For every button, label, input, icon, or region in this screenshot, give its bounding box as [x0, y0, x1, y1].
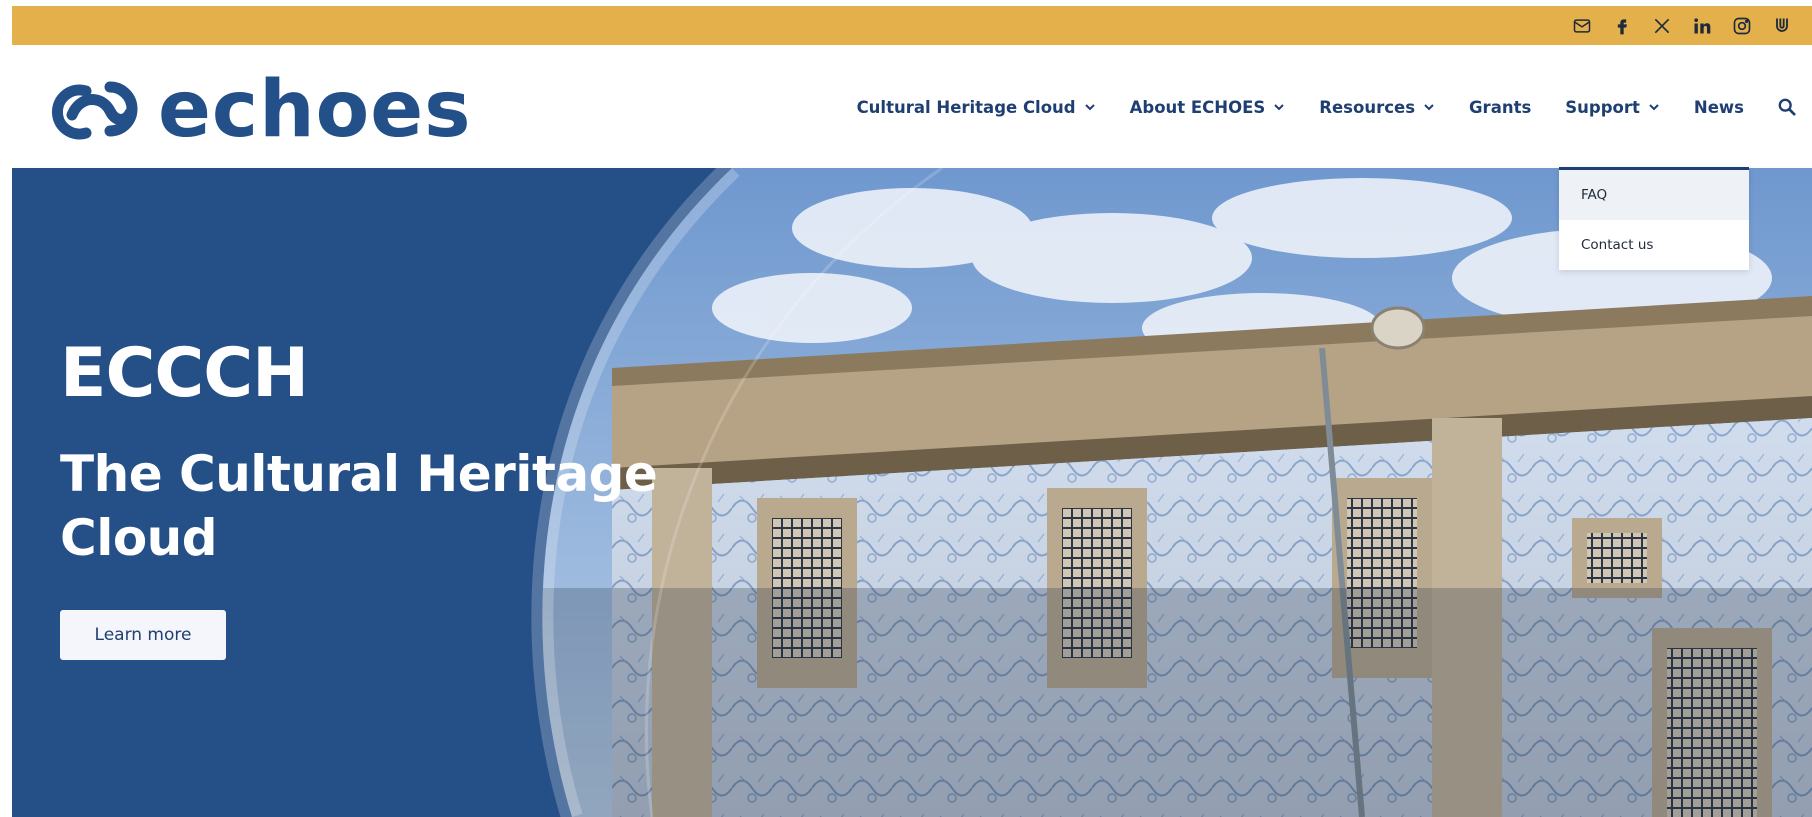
chevron-down-icon — [1274, 104, 1284, 111]
social-links — [1570, 6, 1794, 45]
nav-item-label: Support — [1565, 97, 1640, 117]
echoes-logo-mark-icon — [51, 81, 138, 140]
dropdown-item-faq[interactable]: FAQ — [1559, 170, 1749, 220]
mail-icon[interactable] — [1570, 14, 1594, 38]
instagram-icon[interactable] — [1730, 14, 1754, 38]
chevron-down-icon — [1649, 104, 1659, 111]
hero-text: ECCCH The Cultural Heritage Cloud — [60, 338, 680, 570]
untappd-icon[interactable] — [1770, 14, 1794, 38]
nav-item-label: Cultural Heritage Cloud — [856, 97, 1076, 117]
search-icon — [1778, 98, 1796, 116]
nav-item-news[interactable]: News — [1694, 98, 1744, 117]
nav-item-label: News — [1693, 97, 1744, 117]
logo-wordmark: echoes — [158, 65, 472, 155]
echoes-logo[interactable]: echoes — [50, 65, 472, 155]
dropdown-item-contact-us[interactable]: Contact us — [1559, 220, 1749, 270]
nav-item-label: Grants — [1469, 97, 1532, 117]
nav-item-grants[interactable]: Grants — [1469, 98, 1531, 117]
nav-item-cultural-heritage-cloud[interactable]: Cultural Heritage Cloud — [857, 98, 1096, 117]
chevron-down-icon — [1424, 104, 1434, 111]
linkedin-icon[interactable] — [1690, 14, 1714, 38]
support-dropdown-menu: FAQ Contact us — [1559, 167, 1749, 270]
nav-item-label: Resources — [1319, 97, 1416, 117]
chevron-down-icon — [1084, 104, 1095, 111]
facebook-icon[interactable] — [1610, 14, 1634, 38]
nav-search-button[interactable] — [1778, 98, 1796, 116]
hero-headline: The Cultural Heritage Cloud — [60, 445, 658, 567]
hero-kicker: ECCCH — [60, 334, 309, 413]
nav-item-about-echoes[interactable]: About ECHOES — [1130, 98, 1286, 117]
learn-more-button[interactable]: Learn more — [60, 610, 226, 660]
nav-item-resources[interactable]: Resources — [1319, 98, 1435, 117]
site-header: echoes Cultural Heritage Cloud About ECH… — [12, 45, 1812, 175]
x-twitter-icon[interactable] — [1650, 14, 1674, 38]
nav-item-support[interactable]: Support — [1565, 98, 1660, 117]
page: echoes Cultural Heritage Cloud About ECH… — [12, 6, 1812, 817]
main-nav: Cultural Heritage Cloud About ECHOES Res… — [857, 45, 1796, 169]
nav-item-label: About ECHOES — [1129, 97, 1266, 117]
social-topbar — [12, 6, 1812, 45]
hero-banner: ECCCH The Cultural Heritage Cloud Learn … — [12, 168, 1812, 817]
